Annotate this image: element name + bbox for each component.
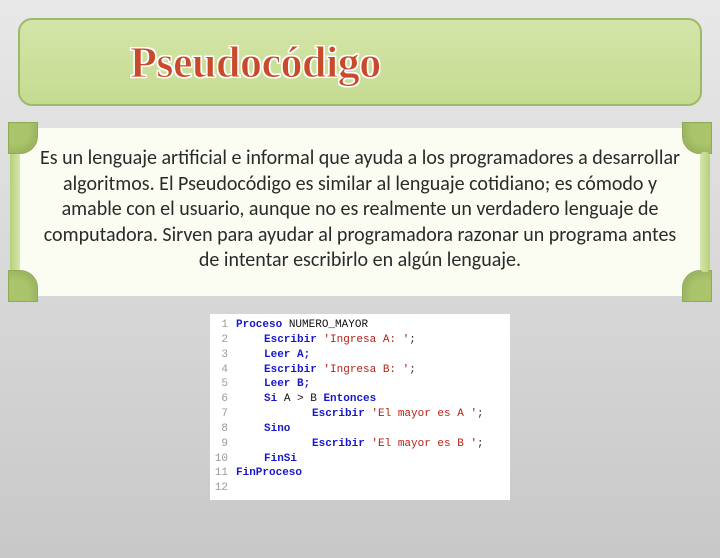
keyword: Entonces bbox=[323, 392, 376, 407]
keyword: Escribir bbox=[264, 333, 317, 348]
string-literal: 'El mayor es B ' bbox=[371, 437, 477, 452]
line-number: 11 bbox=[214, 466, 236, 481]
line-number: 5 bbox=[214, 377, 236, 392]
line-number: 6 bbox=[214, 392, 236, 407]
condition: A > B bbox=[284, 392, 317, 407]
line-number: 1 bbox=[214, 318, 236, 333]
line-number: 9 bbox=[214, 437, 236, 452]
keyword: Leer B; bbox=[264, 377, 310, 392]
keyword: Proceso bbox=[236, 318, 282, 333]
line-number: 8 bbox=[214, 422, 236, 437]
keyword: Escribir bbox=[264, 363, 317, 378]
code-example: 1Proceso NUMERO_MAYOR 2 Escribir 'Ingresa… bbox=[210, 314, 510, 500]
scroll-curl-icon bbox=[682, 270, 712, 302]
keyword: FinSi bbox=[264, 452, 297, 467]
line-number: 3 bbox=[214, 348, 236, 363]
string-literal: 'El mayor es A ' bbox=[371, 407, 477, 422]
keyword: Si bbox=[264, 392, 277, 407]
line-number: 4 bbox=[214, 363, 236, 378]
keyword: Escribir bbox=[312, 407, 365, 422]
string-literal: 'Ingresa B: ' bbox=[323, 363, 409, 378]
keyword: Sino bbox=[264, 422, 290, 437]
scroll-curl-icon bbox=[8, 270, 38, 302]
description-text: Es un lenguaje artificial e informal que… bbox=[34, 146, 686, 274]
page-title: Pseudocódigo bbox=[130, 37, 381, 88]
description-scroll: Es un lenguaje artificial e informal que… bbox=[12, 128, 708, 296]
identifier: NUMERO_MAYOR bbox=[289, 318, 368, 333]
string-literal: 'Ingresa A: ' bbox=[323, 333, 409, 348]
line-number: 10 bbox=[214, 452, 236, 467]
keyword: Escribir bbox=[312, 437, 365, 452]
line-number: 12 bbox=[214, 481, 236, 496]
line-number: 7 bbox=[214, 407, 236, 422]
keyword: FinProceso bbox=[236, 466, 302, 481]
title-banner: Pseudocódigo bbox=[18, 18, 702, 106]
line-number: 2 bbox=[214, 333, 236, 348]
keyword: Leer A; bbox=[264, 348, 310, 363]
scroll-curl-icon bbox=[682, 122, 712, 154]
